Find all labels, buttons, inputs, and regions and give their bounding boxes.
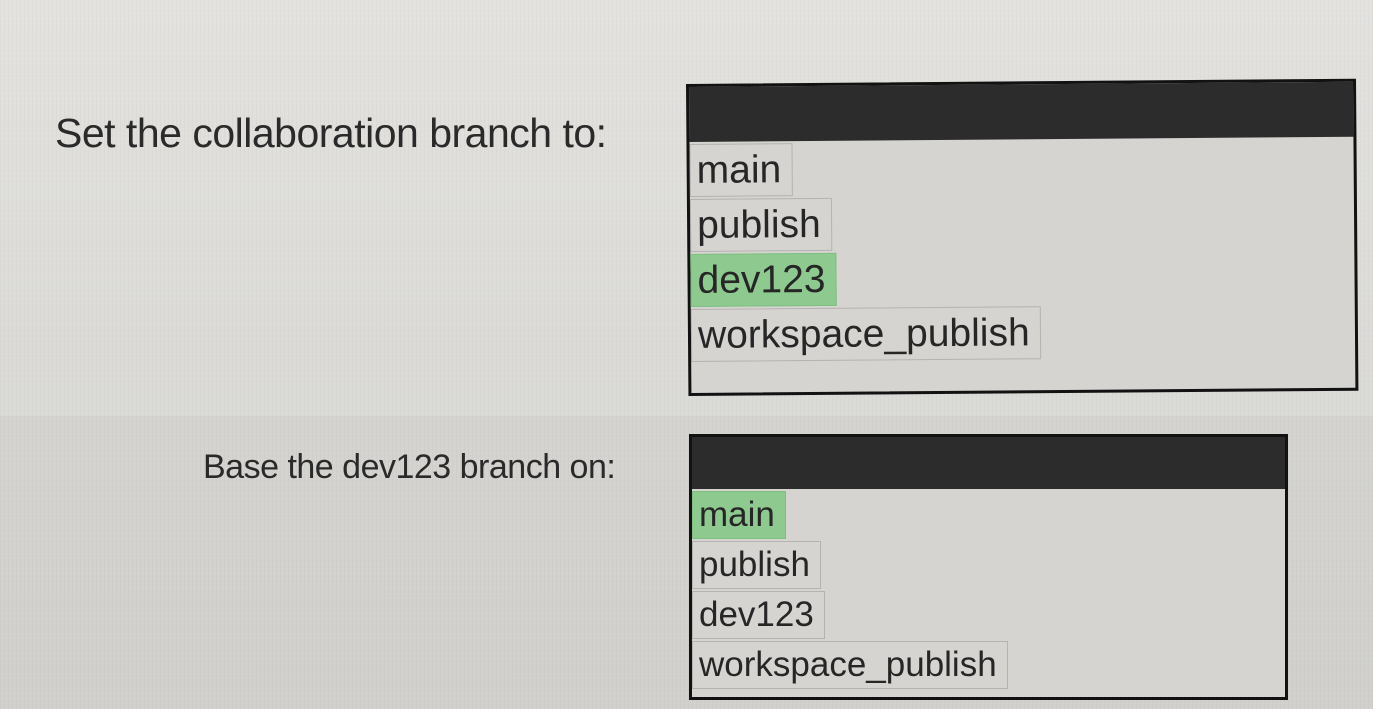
base-branch-dropdown[interactable]: main publish dev123 workspace_publish xyxy=(689,434,1288,700)
option-workspace-publish[interactable]: workspace_publish xyxy=(692,641,1008,689)
dropdown-header-blank[interactable] xyxy=(689,81,1354,142)
option-dev123-selected[interactable]: dev123 xyxy=(690,252,837,307)
option-main[interactable]: main xyxy=(689,143,793,197)
base-branch-prompt: Base the dev123 branch on: xyxy=(203,448,616,486)
option-publish[interactable]: publish xyxy=(689,197,832,252)
option-main-selected[interactable]: main xyxy=(692,491,786,539)
option-workspace-publish[interactable]: workspace_publish xyxy=(690,306,1041,362)
dropdown-header-blank[interactable] xyxy=(692,437,1285,489)
option-publish[interactable]: publish xyxy=(692,541,821,589)
collaboration-branch-prompt: Set the collaboration branch to: xyxy=(55,110,607,156)
option-dev123[interactable]: dev123 xyxy=(692,591,825,639)
dropdown-options-list: main publish dev123 workspace_publish xyxy=(692,491,1285,689)
collaboration-branch-dropdown[interactable]: main publish dev123 workspace_publish xyxy=(686,78,1359,396)
dropdown-options-list: main publish dev123 workspace_publish xyxy=(689,139,1355,362)
